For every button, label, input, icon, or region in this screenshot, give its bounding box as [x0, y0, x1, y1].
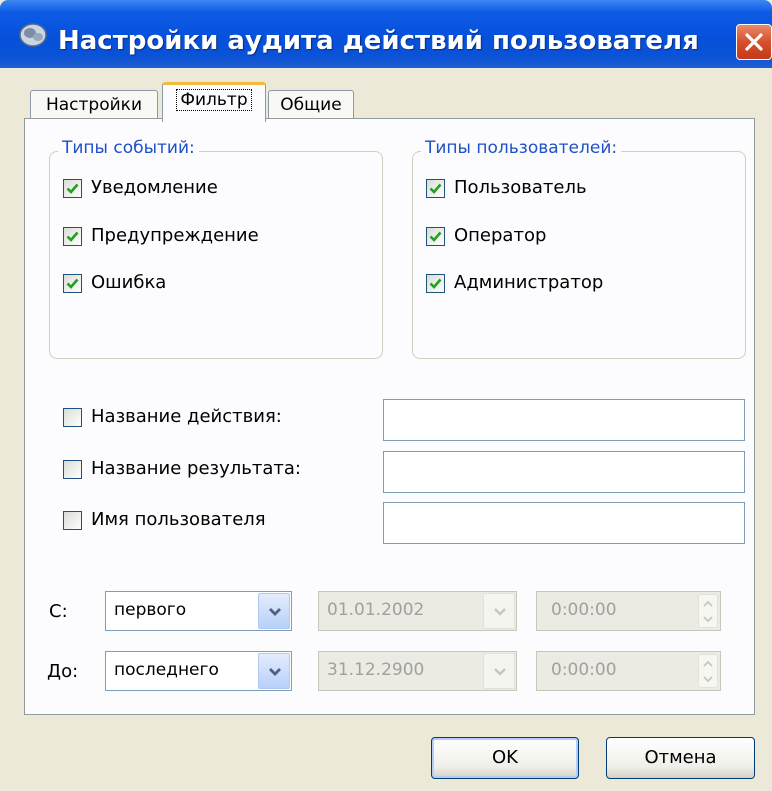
chevron-down-icon [703, 676, 713, 683]
from-mode-select[interactable]: первого [105, 591, 292, 631]
gear-app-icon [18, 22, 48, 48]
checkbox-label: Ошибка [91, 272, 167, 293]
action-name-input[interactable] [383, 399, 745, 441]
check-icon [429, 183, 442, 194]
checkbox-label: Оператор [454, 225, 547, 246]
checkbox-label: Пользователь [454, 177, 587, 198]
spinner-arrows[interactable] [698, 654, 718, 688]
dialog-window: Настройки аудита действий пользователя Н… [0, 0, 772, 791]
tab-panel-filter: Типы событий: Уведомление Предупреждение… [24, 118, 755, 715]
check-icon [66, 278, 79, 289]
operator-checkbox[interactable] [426, 227, 445, 246]
to-time-spinner[interactable]: 0:00:00 [536, 651, 721, 691]
ok-button[interactable]: OK [431, 737, 579, 779]
date-value: 01.01.2002 [327, 600, 425, 620]
chevron-up-icon [703, 600, 713, 607]
from-label: С: [49, 601, 68, 622]
tab-general[interactable]: Общие [268, 90, 354, 120]
close-button[interactable] [736, 24, 772, 60]
from-time-spinner[interactable]: 0:00:00 [536, 591, 721, 631]
checkbox-label: Предупреждение [91, 225, 259, 246]
select-value: последнего [114, 660, 219, 680]
to-date-picker[interactable]: 31.12.2900 [318, 651, 517, 691]
result-name-checkbox[interactable] [63, 460, 82, 479]
check-icon [429, 278, 442, 289]
dropdown-arrow[interactable] [483, 653, 515, 689]
checkbox-label: Уведомление [91, 177, 218, 198]
action-name-checkbox[interactable] [63, 408, 82, 427]
chevron-down-icon [269, 608, 281, 616]
user-name-input[interactable] [383, 502, 745, 544]
error-checkbox[interactable] [63, 274, 82, 293]
group-title: Типы пользователей: [421, 138, 622, 158]
warning-checkbox[interactable] [63, 227, 82, 246]
notification-checkbox[interactable] [63, 179, 82, 198]
group-title: Типы событий: [58, 138, 199, 158]
tab-label: Общие [280, 95, 342, 115]
tab-label: Фильтр [176, 89, 252, 111]
check-icon [66, 183, 79, 194]
checkbox-label: Администратор [454, 272, 604, 293]
time-value: 0:00:00 [551, 600, 617, 620]
chevron-down-icon [494, 608, 506, 616]
chevron-up-icon [703, 660, 713, 667]
window-title: Настройки аудита действий пользователя [58, 26, 699, 56]
cancel-button[interactable]: Отмена [606, 737, 755, 779]
to-mode-select[interactable]: последнего [105, 651, 292, 691]
date-value: 31.12.2900 [327, 660, 425, 680]
dropdown-arrow[interactable] [258, 593, 290, 629]
chevron-down-icon [269, 668, 281, 676]
result-name-input[interactable] [383, 451, 745, 493]
dropdown-arrow[interactable] [258, 653, 290, 689]
chevron-down-icon [494, 668, 506, 676]
checkbox-label: Название результата: [91, 458, 301, 479]
spinner-arrows[interactable] [698, 594, 718, 628]
administrator-checkbox[interactable] [426, 274, 445, 293]
from-date-picker[interactable]: 01.01.2002 [318, 591, 517, 631]
user-name-checkbox[interactable] [63, 511, 82, 530]
check-icon [429, 231, 442, 242]
check-icon [66, 231, 79, 242]
tab-filter[interactable]: Фильтр [162, 82, 266, 122]
user-checkbox[interactable] [426, 179, 445, 198]
time-value: 0:00:00 [551, 660, 617, 680]
chevron-down-icon [703, 616, 713, 623]
to-label: До: [47, 661, 79, 682]
tab-settings[interactable]: Настройки [30, 90, 158, 120]
dropdown-arrow[interactable] [483, 593, 515, 629]
select-value: первого [114, 600, 187, 620]
tab-label: Настройки [45, 95, 142, 115]
title-bar[interactable]: Настройки аудита действий пользователя [0, 0, 772, 68]
checkbox-label: Имя пользователя [91, 509, 266, 530]
close-icon [745, 33, 763, 51]
checkbox-label: Название действия: [91, 406, 282, 427]
